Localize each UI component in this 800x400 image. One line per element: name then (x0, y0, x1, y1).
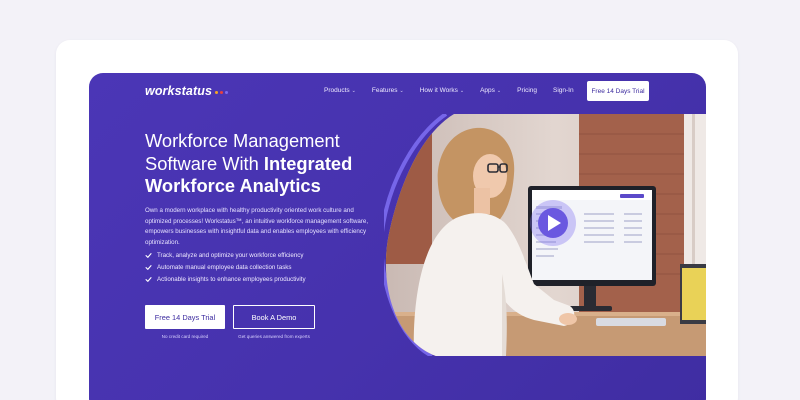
headline-emphasis: Integrated (263, 152, 353, 174)
nav-item-label: Features (371, 87, 398, 94)
list-item: Track, analyze and optimize your workfor… (145, 249, 306, 261)
book-demo-button[interactable]: Book A Demo (233, 305, 315, 329)
list-item: Automate manual employee data collection… (145, 261, 306, 273)
headline-line-3: Workforce Analytics (145, 175, 321, 196)
nav-item-label: Apps (480, 87, 495, 94)
hero-section: workstatus Products ⌄ Features ⌄ How it … (89, 73, 706, 400)
chevron-down-icon: ⌄ (399, 87, 404, 94)
main-nav: Products ⌄ Features ⌄ How it Works ⌄ App… (324, 87, 590, 94)
chevron-down-icon: ⌄ (496, 87, 502, 94)
trial-subtext: No credit card required (161, 334, 209, 339)
logo-text: workstatus (145, 84, 212, 98)
nav-item-label: How it Works (419, 87, 458, 94)
nav-free-trial-button[interactable]: Free 14 Days Trial (587, 81, 649, 101)
nav-item-label: Pricing (517, 87, 537, 94)
nav-item-label: Sign-In (553, 87, 574, 94)
workstatus-logo[interactable]: workstatus (145, 84, 228, 98)
bullet-text: Actionable insights to enhance employees… (157, 275, 306, 283)
free-trial-button[interactable]: Free 14 Days Trial (145, 305, 225, 329)
check-icon (145, 252, 152, 259)
nav-item-products[interactable]: Products ⌄ (324, 87, 356, 94)
hero-headline: Workforce Management Software With Integ… (145, 130, 395, 198)
nav-item-apps[interactable]: Apps ⌄ (480, 87, 501, 94)
nav-item-how-it-works[interactable]: How it Works ⌄ (420, 87, 464, 94)
hero-description: Own a modern workplace with healthy prod… (145, 207, 369, 246)
bullet-text: Automate manual employee data collection… (157, 263, 292, 271)
check-icon (145, 276, 152, 283)
feature-bullet-list: Track, analyze and optimize your workfor… (145, 249, 306, 285)
list-item: Actionable insights to enhance employees… (145, 273, 306, 285)
headline-line-1: Workforce Management (145, 130, 340, 151)
nav-item-sign-in[interactable]: Sign-In (553, 87, 574, 94)
demo-subtext: Get queries answered from experts (238, 334, 310, 339)
nav-item-label: Products (324, 87, 350, 94)
nav-item-pricing[interactable]: Pricing (517, 87, 537, 94)
nav-item-features[interactable]: Features ⌄ (372, 87, 404, 94)
headline-line-2: Software With (145, 152, 264, 174)
video-play-button[interactable] (530, 200, 576, 246)
check-icon (145, 264, 152, 271)
bullet-text: Track, analyze and optimize your workfor… (157, 251, 304, 259)
chevron-down-icon: ⌄ (459, 87, 465, 94)
chevron-down-icon: ⌄ (351, 87, 356, 94)
logo-dots-icon (215, 91, 228, 94)
hero-photo (384, 114, 706, 356)
